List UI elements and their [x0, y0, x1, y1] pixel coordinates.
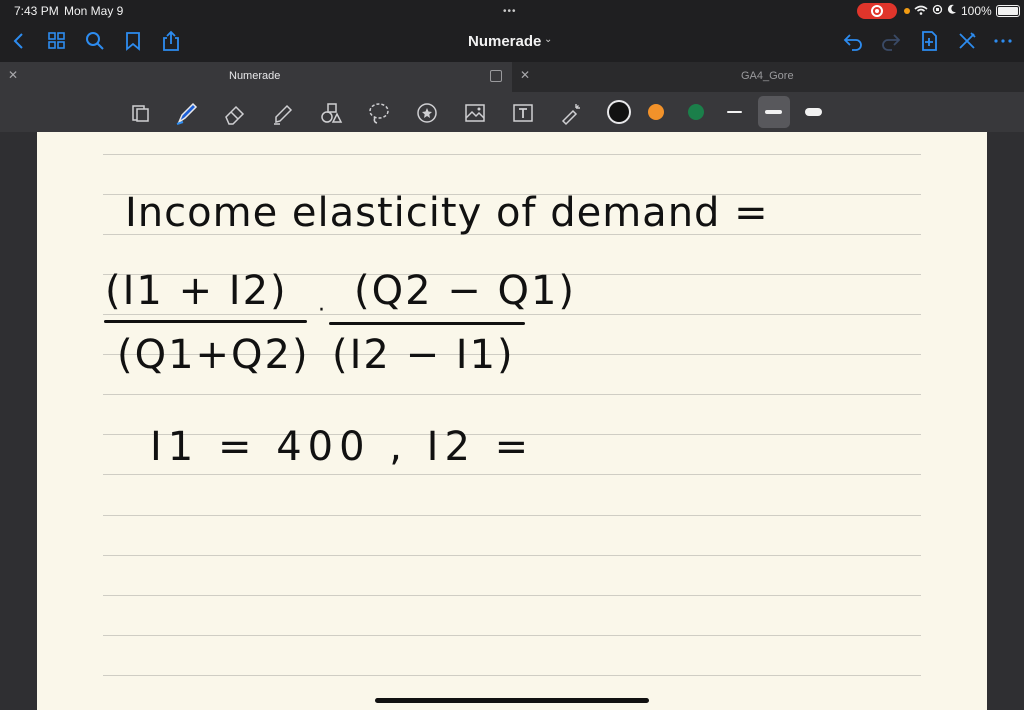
multitask-dots-icon[interactable]: •••: [503, 6, 517, 17]
multiply-dot: ·: [318, 298, 325, 323]
nav-bar: Numerade ⌄: [0, 22, 1024, 62]
laser-icon[interactable]: [558, 100, 584, 126]
tab-ga4-gore[interactable]: ✕ GA4_Gore: [512, 62, 1024, 92]
fraction1-denominator: (Q1+Q2): [117, 332, 310, 378]
fraction2-numerator: (Q2 − Q1): [354, 268, 577, 314]
ruled-line: [103, 394, 921, 395]
stroke-thick-option[interactable]: [805, 108, 822, 116]
handwritten-heading: Income elasticity of demand =: [125, 190, 769, 236]
fraction2-bar: [329, 322, 525, 325]
add-page-icon[interactable]: [918, 30, 940, 52]
drawing-toolbar: [0, 92, 1024, 132]
bookmark-icon[interactable]: [122, 30, 144, 52]
color-green-swatch[interactable]: [688, 104, 704, 120]
chevron-down-icon[interactable]: ⌄: [544, 34, 552, 45]
close-tab-icon[interactable]: ✕: [520, 68, 530, 82]
ruled-line: [103, 555, 921, 556]
redo-icon[interactable]: [880, 30, 902, 52]
close-tab-icon[interactable]: ✕: [8, 68, 18, 82]
status-time: 7:43 PM: [14, 4, 59, 18]
status-bar: 7:43 PM Mon May 9 ••• 100%: [0, 0, 1024, 22]
pen-icon[interactable]: [174, 100, 200, 126]
moon-icon: [947, 4, 957, 18]
split-view-icon[interactable]: [490, 70, 502, 82]
shapes-icon[interactable]: [318, 100, 344, 126]
screen-recording-icon[interactable]: [857, 3, 897, 19]
ruled-line: [103, 154, 921, 155]
lasso-icon[interactable]: [366, 100, 392, 126]
tab-label: Numerade: [229, 70, 281, 82]
wifi-icon: [914, 4, 928, 18]
ruled-line: [103, 314, 921, 315]
search-icon[interactable]: [84, 30, 106, 52]
grid-icon[interactable]: [46, 30, 68, 52]
back-icon[interactable]: [8, 30, 30, 52]
given-values: I1 = 400 , I2 =: [150, 424, 535, 470]
tab-numerade[interactable]: ✕ Numerade: [0, 62, 512, 92]
note-page[interactable]: Income elasticity of demand = (I1 + I2) …: [37, 132, 987, 710]
color-black-swatch[interactable]: [609, 102, 629, 122]
fraction1-numerator: (I1 + I2): [105, 268, 288, 314]
stroke-medium-option[interactable]: [765, 110, 782, 114]
stroke-thin-option[interactable]: [727, 111, 742, 113]
tab-label: GA4_Gore: [741, 70, 794, 82]
share-icon[interactable]: [160, 30, 182, 52]
more-icon[interactable]: [992, 30, 1014, 52]
ruled-line: [103, 515, 921, 516]
rotation-lock-icon: [932, 4, 943, 18]
highlighter-icon[interactable]: [270, 100, 296, 126]
eraser-icon[interactable]: [222, 100, 248, 126]
undo-icon[interactable]: [842, 30, 864, 52]
tab-bar: ✕ Numerade ✕ GA4_Gore: [0, 62, 1024, 92]
battery-percent: 100%: [961, 4, 992, 18]
document-title[interactable]: Numerade: [468, 33, 541, 50]
text-icon[interactable]: [510, 100, 536, 126]
status-indicators: 100%: [904, 4, 1020, 18]
image-icon[interactable]: [462, 100, 488, 126]
ruled-line: [103, 474, 921, 475]
fraction2-denominator: (I2 − I1): [332, 332, 515, 378]
status-date: Mon May 9: [64, 4, 124, 18]
color-orange-swatch[interactable]: [648, 104, 664, 120]
home-indicator[interactable]: [375, 698, 649, 703]
ruled-line: [103, 635, 921, 636]
ruled-line: [103, 675, 921, 676]
mic-indicator-icon: [904, 8, 910, 14]
battery-icon: [995, 5, 1020, 17]
close-pen-icon[interactable]: [956, 30, 978, 52]
pages-icon[interactable]: [128, 100, 154, 126]
fraction1-bar: [104, 320, 307, 323]
ruled-line: [103, 595, 921, 596]
sticker-icon[interactable]: [414, 100, 440, 126]
